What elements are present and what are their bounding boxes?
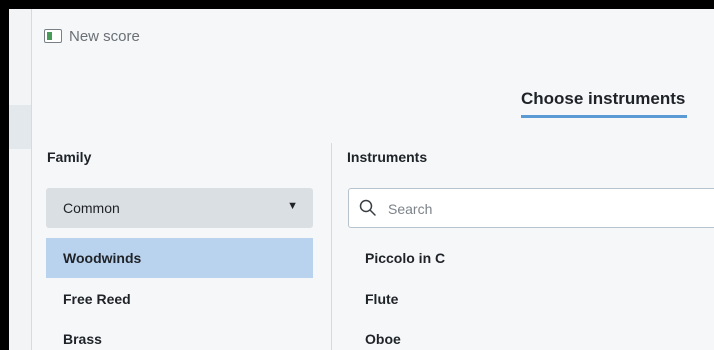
- family-item-woodwinds[interactable]: Woodwinds: [46, 238, 313, 278]
- family-item-label: Free Reed: [63, 291, 131, 307]
- family-item-free-reed[interactable]: Free Reed: [46, 279, 313, 319]
- background-window: [9, 9, 31, 350]
- instrument-item-label: Flute: [365, 291, 399, 307]
- instrument-item-oboe[interactable]: Oboe: [348, 319, 714, 350]
- column-divider: [331, 143, 332, 350]
- instrument-item-piccolo-in-c[interactable]: Piccolo in C: [348, 238, 714, 278]
- caret-down-icon: ▼: [287, 200, 298, 212]
- family-item-label: Woodwinds: [63, 250, 142, 266]
- instrument-item-flute[interactable]: Flute: [348, 279, 714, 319]
- family-item-label: Brass: [63, 331, 102, 347]
- family-group-value: Common: [63, 200, 120, 216]
- tab-choose-instruments[interactable]: Choose instruments: [521, 89, 685, 109]
- family-item-brass[interactable]: Brass: [46, 319, 313, 350]
- instruments-heading: Instruments: [347, 149, 428, 165]
- dialog-titlebar: New score: [32, 9, 714, 63]
- screenshot-frame: New score Choose instruments Family Inst…: [9, 9, 714, 350]
- family-group-dropdown[interactable]: Common ▼: [46, 188, 313, 228]
- background-window-band: [9, 105, 31, 149]
- family-heading: Family: [47, 149, 92, 165]
- new-score-dialog: New score Choose instruments Family Inst…: [31, 9, 714, 350]
- search-input[interactable]: [386, 195, 710, 223]
- instrument-item-label: Oboe: [365, 331, 401, 347]
- search-icon: [359, 199, 376, 216]
- app-icon: [44, 29, 62, 43]
- dialog-title: New score: [69, 28, 140, 45]
- instrument-item-label: Piccolo in C: [365, 250, 446, 266]
- active-tab-indicator: [521, 115, 687, 118]
- instrument-search-box[interactable]: [348, 188, 714, 228]
- app-icon-mark: [47, 32, 52, 40]
